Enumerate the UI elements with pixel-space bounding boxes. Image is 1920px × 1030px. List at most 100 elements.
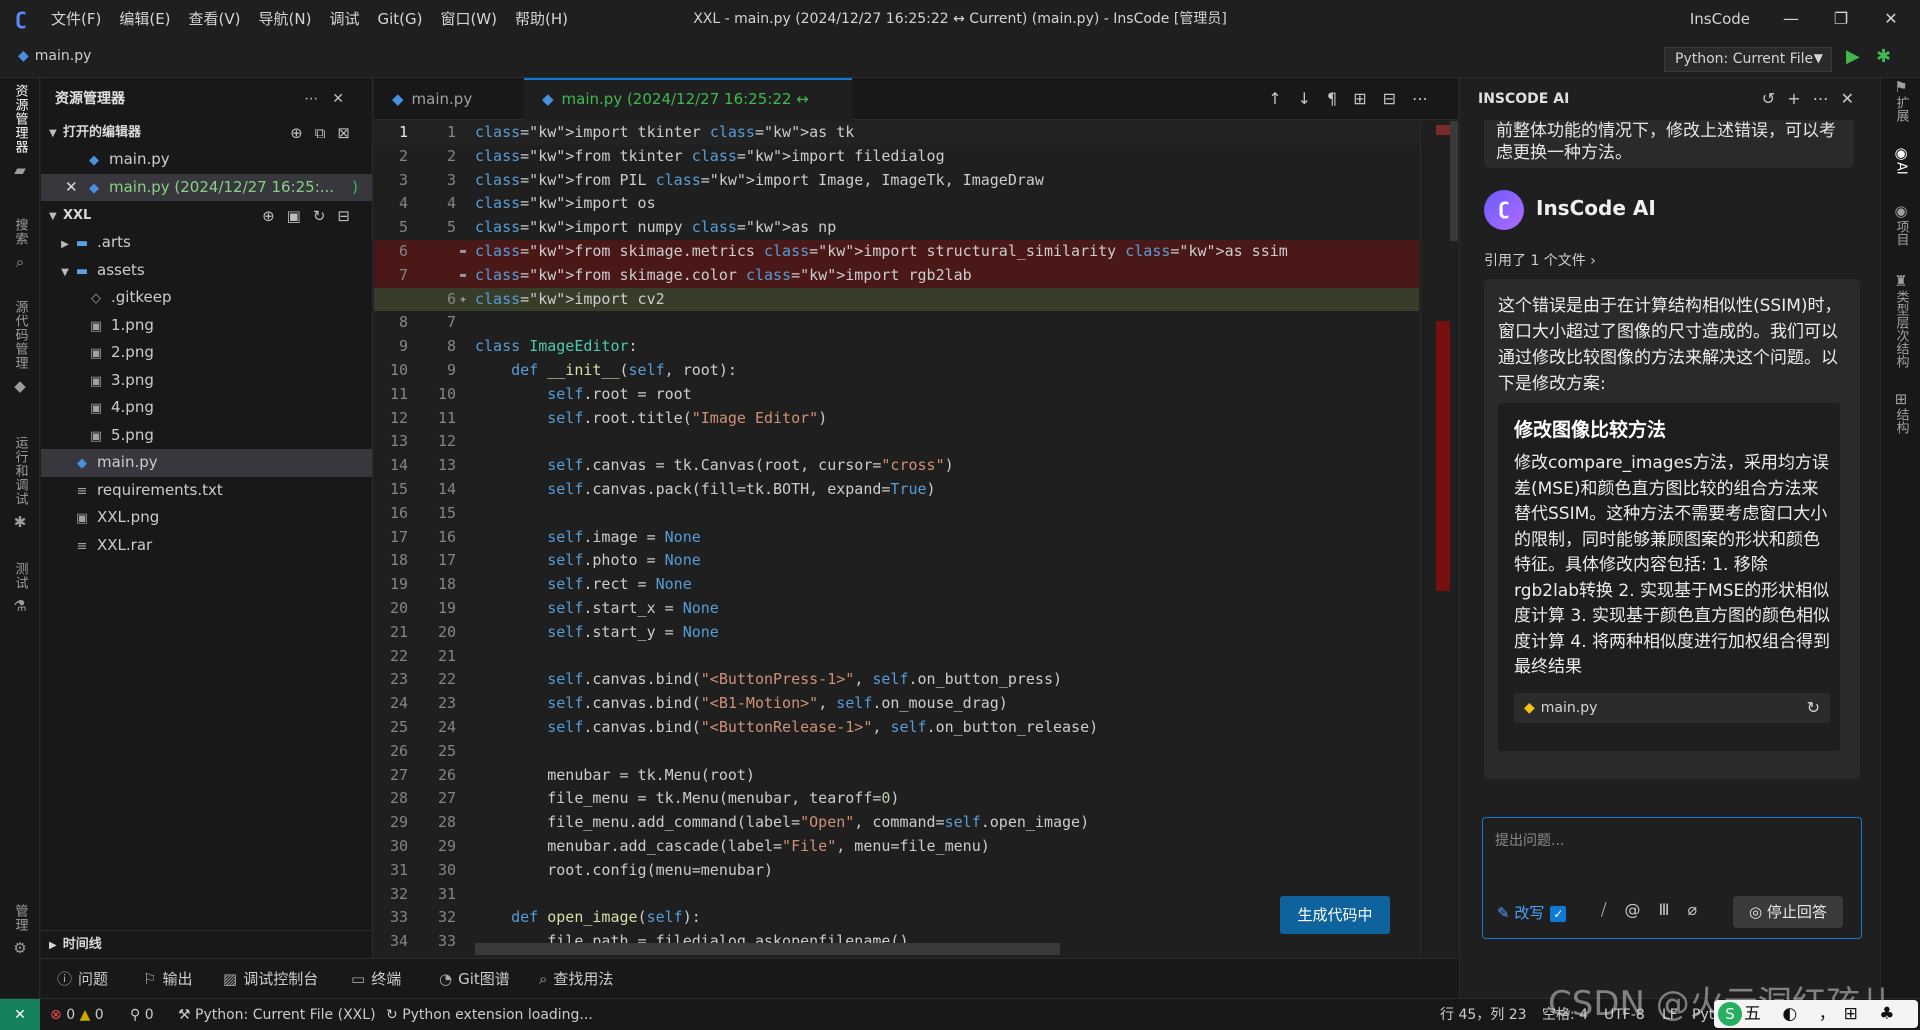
more-icon[interactable]: ⋯ <box>304 91 332 107</box>
run-icon[interactable]: ▶ <box>1846 46 1860 67</box>
tree-file[interactable]: ◆ main.py <box>41 449 372 477</box>
split-icon[interactable]: ⊟ <box>1383 89 1412 108</box>
close-icon[interactable]: ✕ <box>65 174 85 202</box>
stop-answer-button[interactable]: ◎ 停止回答 <box>1733 896 1843 928</box>
generate-code-button[interactable]: 生成代码中 <box>1280 896 1390 934</box>
indentation[interactable]: 空格: 4 <box>1542 999 1588 1030</box>
tree-file[interactable]: ◇ .gitkeep <box>41 284 372 312</box>
tree-file[interactable]: ▣ 4.png <box>41 394 372 422</box>
open-editors-section[interactable]: ▼ 打开的编辑器 ⊕⧉⊠ <box>41 120 372 146</box>
refresh-icon[interactable]: ↻ <box>1807 693 1820 723</box>
problems-status[interactable]: ⊗ 0 ▲ 0 <box>50 999 104 1030</box>
arrow-up-icon[interactable]: ↑ <box>1268 89 1297 108</box>
menu-git[interactable]: Git(G) <box>368 0 431 38</box>
brand-label[interactable]: InsCode <box>1690 0 1750 38</box>
tab-find-usages[interactable]: ⌕ 查找用法 <box>539 959 613 999</box>
project-section[interactable]: ▼ XXL ⊕▣↻⊟ <box>41 203 372 229</box>
rewrite-toggle[interactable]: ✎ 改写 ✓ <box>1497 902 1567 923</box>
breadcrumb[interactable]: ◆ main.py <box>18 48 91 64</box>
horizontal-scrollbar[interactable] <box>475 943 1060 955</box>
tab-git-graph[interactable]: ◔ Git图谱 <box>439 959 510 999</box>
menu-view[interactable]: 查看(V) <box>180 0 250 38</box>
tree-folder[interactable]: ▼ ▬ assets <box>41 257 372 285</box>
activity-manage[interactable]: 管理 ⚙ <box>0 904 40 957</box>
code-editor[interactable]: 1 1 class="kw">import tkinter class="kw">a… <box>374 121 1458 958</box>
tab-output[interactable]: ⚐ 输出 <box>143 959 192 999</box>
debug-icon[interactable]: ✱ <box>1876 46 1891 67</box>
activity-search[interactable]: 搜索 ⌕ <box>0 218 40 271</box>
save-all-icon[interactable]: ⧉ <box>315 124 338 142</box>
tab-debug-console[interactable]: ▨ 调试控制台 <box>223 959 318 999</box>
mention-icon[interactable]: @ <box>1624 900 1658 919</box>
menu-debug[interactable]: 调试 <box>320 0 368 38</box>
restore-icon[interactable]: ❐ <box>1816 0 1866 38</box>
menu-edit[interactable]: 编辑(E) <box>110 0 179 38</box>
rightbar-type-hierarchy[interactable]: ♜ 类型层次结构 <box>1881 272 1920 372</box>
overview-ruler[interactable] <box>1420 121 1458 958</box>
menu-file[interactable]: 文件(F) <box>42 0 110 38</box>
scroll-thumb[interactable] <box>1450 121 1458 241</box>
tab-main-py[interactable]: ◆ main.py <box>374 78 524 120</box>
tree-file[interactable]: ▣ 3.png <box>41 367 372 395</box>
new-file-icon[interactable]: ⊕ <box>262 207 287 225</box>
run-config-select[interactable]: Python: Current File ▼ <box>1664 47 1832 72</box>
ports-status[interactable]: ⚲ 0 <box>130 999 154 1030</box>
close-window-icon[interactable]: ✕ <box>1866 0 1916 38</box>
tab-terminal[interactable]: ▭ 终端 <box>351 959 401 999</box>
rightbar-project[interactable]: ◉ 项目 <box>1881 202 1920 250</box>
tree-file[interactable]: ▣ 5.png <box>41 422 372 450</box>
cursor-position[interactable]: 行 45，列 23 <box>1440 999 1527 1030</box>
open-editor-item-active[interactable]: ✕ ◆ main.py (2024/12/27 16:25:...) <box>41 173 372 202</box>
close-icon[interactable]: ✕ <box>332 91 358 107</box>
book-icon[interactable]: ⊞ <box>1353 89 1382 108</box>
ai-file-chip[interactable]: ◆ main.py ↻ <box>1514 693 1830 723</box>
tree-file[interactable]: ≡ XXL.rar <box>41 532 372 560</box>
library-icon[interactable]: Ⅲ <box>1658 900 1687 919</box>
plus-icon[interactable]: + <box>1787 89 1812 108</box>
more-icon[interactable]: ⋯ <box>1813 89 1841 108</box>
rightbar-structure[interactable]: ⊞ 结构 <box>1881 390 1920 438</box>
new-folder-icon[interactable]: ▣ <box>287 207 313 225</box>
close-all-icon[interactable]: ⊠ <box>337 124 362 142</box>
interpreter-status[interactable]: ⚒ Python: Current File (XXL) <box>178 999 376 1030</box>
activity-test[interactable]: 测试 ⚗ <box>0 562 40 615</box>
tree-file[interactable]: ▣ 2.png <box>41 339 372 367</box>
arrow-down-icon[interactable]: ↓ <box>1298 89 1327 108</box>
tab-diff[interactable]: ◆main.py (2024/12/27 16:25:22 ↔ Current)… <box>524 78 852 146</box>
tree-file[interactable]: ▣ XXL.png <box>41 504 372 532</box>
new-file-icon[interactable]: ⊕ <box>290 124 315 142</box>
collapse-icon[interactable]: ⊟ <box>337 207 362 225</box>
rewrite-checkbox[interactable]: ✓ <box>1550 905 1567 922</box>
tab-problems[interactable]: ⓘ 问题 <box>57 959 108 999</box>
tree-folder[interactable]: ▶ ▬ .arts <box>41 229 372 257</box>
ai-reference-link[interactable]: 引用了 1 个文件 › <box>1484 250 1596 270</box>
timeline-section[interactable]: ▶ 时间线 <box>41 930 373 958</box>
close-icon[interactable]: ✕ <box>1841 89 1866 108</box>
open-editor-item[interactable]: ◆ main.py <box>41 146 372 174</box>
encoding[interactable]: UTF-8 <box>1604 999 1645 1030</box>
slash-command-icon[interactable]: ⧸ <box>1601 900 1624 919</box>
remote-icon[interactable]: ✕ <box>0 999 40 1030</box>
history-icon[interactable]: ↺ <box>1762 89 1787 108</box>
ime-toolbar[interactable]: S五 ◐ ，⊞ ♣ ♣ ⚙ <box>1714 1000 1918 1028</box>
chevron-right-icon: ▶ <box>49 940 57 951</box>
rightbar-ai[interactable]: ◉ AI <box>1881 144 1920 179</box>
minimize-icon[interactable]: — <box>1766 0 1816 38</box>
activity-run-debug[interactable]: 运行和调试 ✱ <box>0 436 40 531</box>
ai-question-input[interactable]: 提出问题... ✎ 改写 ✓ ⧸@Ⅲ⌀ ◎ 停止回答 <box>1482 817 1862 939</box>
menu-help[interactable]: 帮助(H) <box>506 0 577 38</box>
more-icon[interactable]: ⋯ <box>1412 89 1444 108</box>
attach-icon[interactable]: ⌀ <box>1687 900 1715 919</box>
tree-file[interactable]: ▣ 1.png <box>41 312 372 340</box>
activity-scm[interactable]: 源代码管理 ◆ <box>0 300 40 395</box>
rightbar-extensions[interactable]: ⚑ 扩展 <box>1881 78 1920 126</box>
activity-explorer[interactable]: 资源管理器 ▰ <box>0 84 40 179</box>
menu-window[interactable]: 窗口(W) <box>431 0 506 38</box>
refresh-icon[interactable]: ↻ <box>313 207 338 225</box>
pilcrow-icon[interactable]: ¶ <box>1327 89 1353 108</box>
menu-navigate[interactable]: 导航(N) <box>250 0 321 38</box>
code-text: self.canvas.pack(fill=tk.BOTH, expand=Tr… <box>547 479 936 498</box>
tree-file[interactable]: ≡ requirements.txt <box>41 477 372 505</box>
code-line: 26 25 <box>374 740 1419 764</box>
line-ending[interactable]: LF <box>1662 999 1678 1030</box>
